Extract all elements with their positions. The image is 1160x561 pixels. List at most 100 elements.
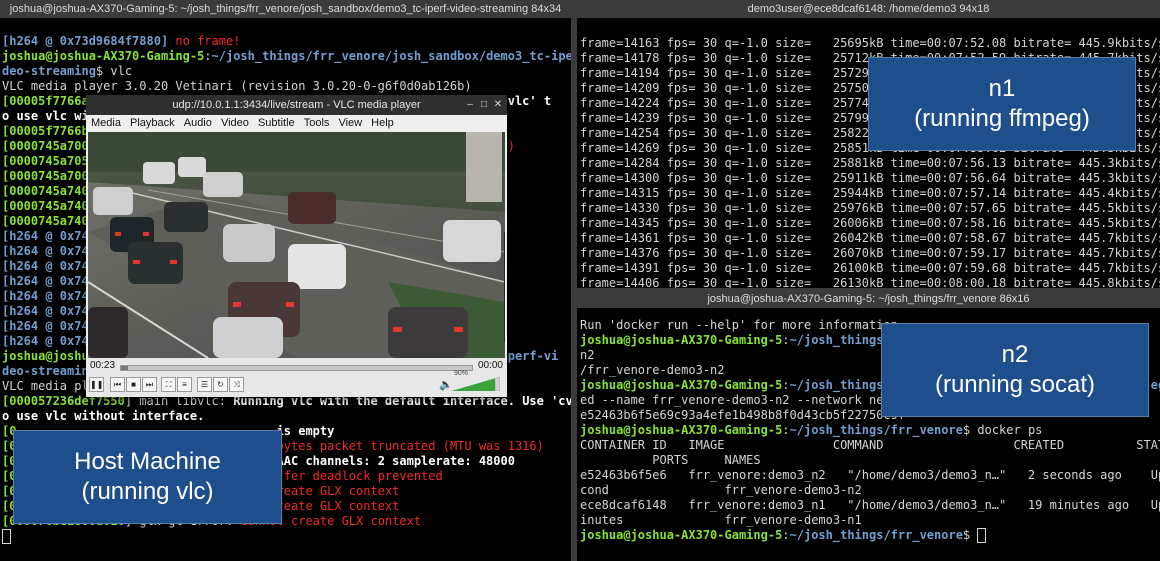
left-terminal-text: AAC channels: 2 samplerate: 48000 xyxy=(276,454,515,468)
bottom-right-terminal-line: ece8dcaf6148 frr_venore:demo3_n1 "/home/… xyxy=(580,498,1160,513)
bottom-right-terminal-text: : xyxy=(782,423,790,437)
menu-help[interactable]: Help xyxy=(371,117,394,129)
left-terminal-text: [0000745a705 xyxy=(2,154,89,168)
n1-label: n1 (running ffmpeg) xyxy=(868,57,1136,151)
ffmpeg-progress-line: frame=14163 fps= 30 q=-1.0 size= 25695kB… xyxy=(580,36,1160,50)
bottom-right-terminal-text: joshua@joshua-AX370-Gaming-5 xyxy=(580,378,783,392)
bottom-right-terminal-text: joshua@joshua-AX370-Gaming-5 xyxy=(580,423,783,437)
previous-icon[interactable]: ⏮ xyxy=(110,377,125,392)
left-terminal-text: VLC media pl xyxy=(2,379,89,393)
left-terminal-text: joshua@joshua-AX370-Gaming-5 xyxy=(2,49,205,63)
bottom-right-terminal-text: ed --name frr_venore-demo3-n2 --network … xyxy=(580,393,898,407)
left-terminal-text: reate GLX context xyxy=(276,484,400,498)
n1-label-title: n1 xyxy=(988,75,1016,102)
menu-subtitle[interactable]: Subtitle xyxy=(258,117,295,129)
bottom-right-terminal-text: /frr_venore-demo3-n2 xyxy=(580,363,725,377)
n1-label-subtitle: (running ffmpeg) xyxy=(914,105,1090,132)
ffmpeg-progress-line: frame=14300 fps= 30 q=-1.0 size= 25911kB… xyxy=(580,171,1160,185)
left-terminal-line: VLC media player 3.0.20 Vetinari (revisi… xyxy=(2,79,571,94)
ffmpeg-progress-line: frame=14361 fps= 30 q=-1.0 size= 26042kB… xyxy=(580,231,1160,245)
terminal-cursor xyxy=(2,529,11,544)
bottom-right-terminal-text: ~/josh_things/frr_venore xyxy=(789,528,963,542)
left-terminal-text: [00005f7766b xyxy=(2,124,89,138)
total-time: 00:00 xyxy=(477,360,503,371)
bottom-right-terminal-line: cond frr_venore-demo3-n2 xyxy=(580,483,1160,498)
bottom-right-terminal-text: n2 xyxy=(580,348,595,362)
ffmpeg-progress-line: frame=14284 fps= 30 q=-1.0 size= 25881kB… xyxy=(580,156,1160,170)
close-icon[interactable]: ✕ xyxy=(491,95,505,115)
left-terminal-text: deo-streamin xyxy=(2,364,89,378)
seek-bar[interactable] xyxy=(120,365,473,371)
top-right-terminal-title: demo3user@ece8dcaf6148: /home/demo3 94x1… xyxy=(577,0,1160,18)
menu-audio[interactable]: Audio xyxy=(184,117,212,129)
next-icon[interactable]: ⏭ xyxy=(142,377,157,392)
bottom-right-terminal-text: joshua@joshua-AX370-Gaming-5 xyxy=(580,333,783,347)
vlc-titlebar[interactable]: udp://10.0.1.1:3434/live/stream - VLC me… xyxy=(86,95,507,115)
bottom-right-terminal-text: e52463b6f5e6 frr_venore:demo3_n2 "/home/… xyxy=(580,468,1160,482)
bottom-right-terminal-line: joshua@joshua-AX370-Gaming-5:~/josh_thin… xyxy=(580,528,1160,543)
left-terminal-text: is empty xyxy=(276,424,335,438)
left-terminal-text: [00005f7766a xyxy=(2,94,89,108)
left-terminal-line xyxy=(2,529,571,544)
bottom-right-terminal-text: $ xyxy=(962,528,978,542)
bottom-right-terminal-line: PORTS NAMES xyxy=(580,453,1160,468)
left-terminal-text: [0000745a740 xyxy=(2,184,89,198)
left-terminal-text: o use vlc without interface. xyxy=(2,409,205,423)
left-terminal-text: joshua@joshu xyxy=(2,349,89,363)
vlc-window[interactable]: udp://10.0.1.1:3434/live/stream - VLC me… xyxy=(86,95,507,397)
maximize-icon[interactable]: □ xyxy=(477,95,491,115)
left-terminal-line: deo-streaming$ vlc xyxy=(2,64,571,79)
vlc-video-frame[interactable] xyxy=(88,132,505,358)
host-label-subtitle: (running vlc) xyxy=(81,478,214,505)
extended-settings-icon[interactable]: ≡ xyxy=(177,377,192,392)
shuffle-icon[interactable]: ⤨ xyxy=(229,377,244,392)
left-terminal-text: [0000745a740 xyxy=(2,214,89,228)
vlc-controls: 00:23 00:00 ❚❚ ⏮ ■ ⏭ ⛶ ≡ ☰ ↻ ⤨ 🔈 90% xyxy=(86,358,507,397)
left-terminal-text: ~/josh_things/frr_venore/josh_sandbox/de… xyxy=(211,49,571,63)
menu-media[interactable]: Media xyxy=(91,117,121,129)
elapsed-time: 00:23 xyxy=(90,360,116,371)
left-terminal-text: [h264 @ 0x74 xyxy=(2,304,89,318)
left-terminal-text: [h264 @ 0x74 xyxy=(2,289,89,303)
left-terminal-text: [h264 @ 0x73d9684f7880] xyxy=(2,34,176,48)
fullscreen-icon[interactable]: ⛶ xyxy=(161,377,176,392)
n2-label-subtitle: (running socat) xyxy=(934,371,1096,398)
host-label-title: Host Machine xyxy=(74,448,221,475)
bottom-right-terminal-text: : xyxy=(782,378,790,392)
loop-icon[interactable]: ↻ xyxy=(213,377,228,392)
pause-icon[interactable]: ❚❚ xyxy=(89,377,104,392)
left-terminal-text: : xyxy=(204,49,212,63)
volume-slider[interactable] xyxy=(452,377,500,391)
volume-percent: 90% xyxy=(454,370,469,377)
left-terminal-text: no frame! xyxy=(175,34,241,48)
left-terminal-text: [0000745a700 xyxy=(2,139,89,153)
menu-tools[interactable]: Tools xyxy=(304,117,330,129)
bottom-right-terminal-text: ~/josh_things/frr_venore xyxy=(789,423,963,437)
volume-icon[interactable]: 🔈 xyxy=(439,378,453,391)
n2-label: n2 (running socat) xyxy=(881,323,1149,417)
left-terminal-text: $ vlc xyxy=(95,64,133,78)
menu-view[interactable]: View xyxy=(338,117,362,129)
menu-video[interactable]: Video xyxy=(221,117,249,129)
bottom-right-terminal-text: e52463b6f5e69c93a4efe1b498b8f0d43cb5f227… xyxy=(580,408,906,422)
left-terminal-text: VLC media player 3.0.20 Vetinari (revisi… xyxy=(2,79,472,93)
highway-traffic-video xyxy=(88,132,505,358)
bottom-right-terminal-text: joshua@joshua-AX370-Gaming-5 xyxy=(580,528,783,542)
left-terminal-text: [h264 @ 0x74 xyxy=(2,274,89,288)
bottom-right-terminal-text: cond frr_venore-demo3-n2 xyxy=(580,483,862,497)
left-terminal-text: [h264 @ 0x74 xyxy=(2,244,89,258)
stop-icon[interactable]: ■ xyxy=(126,377,141,392)
vlc-window-title: udp://10.0.1.1:3434/live/stream - VLC me… xyxy=(172,99,421,111)
ffmpeg-progress-line: frame=14330 fps= 30 q=-1.0 size= 25976kB… xyxy=(580,201,1160,215)
left-terminal-text: [h264 @ 0x74 xyxy=(2,334,89,348)
vlc-menubar: Media Playback Audio Video Subtitle Tool… xyxy=(86,115,507,131)
bottom-right-terminal-text: Run 'docker run --help' for more informa… xyxy=(580,318,898,332)
ffmpeg-progress-line: frame=14391 fps= 30 q=-1.0 size= 26100kB… xyxy=(580,261,1160,275)
menu-playback[interactable]: Playback xyxy=(130,117,175,129)
playlist-icon[interactable]: ☰ xyxy=(197,377,212,392)
ffmpeg-progress-line: frame=14376 fps= 30 q=-1.0 size= 26070kB… xyxy=(580,246,1160,260)
left-terminal-text: [0000745a740 xyxy=(2,199,89,213)
bottom-right-terminal-text: ece8dcaf6148 frr_venore:demo3_n1 "/home/… xyxy=(580,498,1160,512)
ffmpeg-progress-line: frame=14406 fps= 30 q=-1.0 size= 26130kB… xyxy=(580,276,1160,288)
minimize-icon[interactable]: – xyxy=(463,95,477,115)
